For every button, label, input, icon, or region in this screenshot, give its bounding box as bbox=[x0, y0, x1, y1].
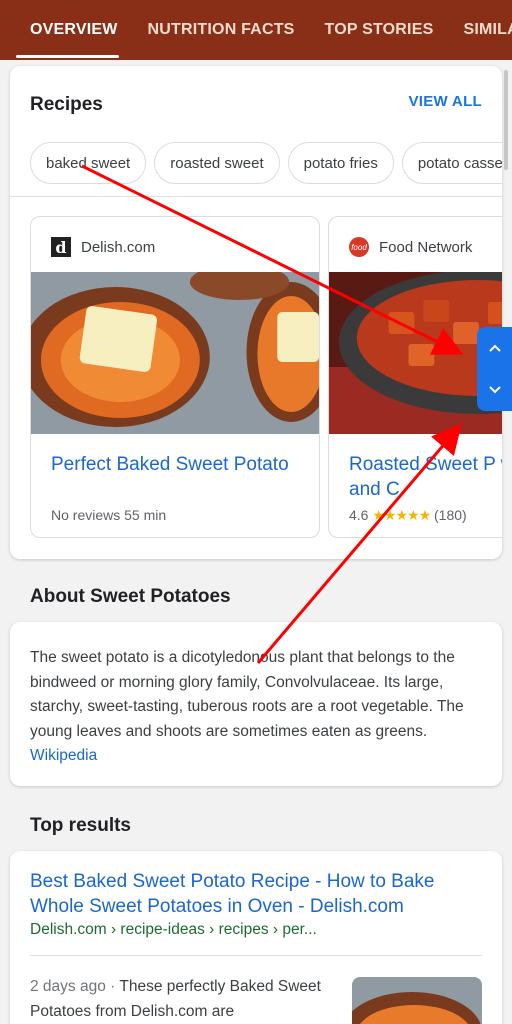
recipe-chips: baked sweet roasted sweet potato fries p… bbox=[30, 142, 502, 184]
about-text: The sweet potato is a dicotyledonous pla… bbox=[30, 649, 464, 740]
food-network-logo-icon: food bbox=[349, 237, 369, 257]
result-url[interactable]: Delish.com › recipe-ideas › recipes › pe… bbox=[30, 921, 317, 939]
chip-roasted-sweet[interactable]: roasted sweet bbox=[154, 142, 280, 184]
recipe-title[interactable]: Perfect Baked Sweet Potato bbox=[51, 452, 301, 477]
about-card: The sweet potato is a dicotyledonous pla… bbox=[10, 622, 502, 786]
tab-nutrition-facts[interactable]: NUTRITION FACTS bbox=[133, 0, 310, 60]
top-results-title: Top results bbox=[30, 815, 131, 836]
recipe-card-delish[interactable]: d Delish.com Perfect Baked Sweet Potato … bbox=[30, 216, 320, 538]
result-link[interactable]: Best Baked Sweet Potato Recipe - How to … bbox=[30, 869, 480, 919]
page-scrollbar[interactable] bbox=[504, 70, 508, 170]
delish-logo-icon: d bbox=[51, 237, 71, 257]
recipe-source: food Food Network bbox=[349, 237, 472, 257]
recipe-source: d Delish.com bbox=[51, 237, 155, 257]
divider bbox=[30, 955, 482, 956]
chip-potato-fries[interactable]: potato fries bbox=[287, 142, 394, 184]
recipe-title[interactable]: Roasted Sweet P with Honey and C bbox=[349, 452, 502, 502]
tab-similar[interactable]: SIMILAR bbox=[448, 0, 512, 60]
recipe-meta: No reviews 55 min bbox=[51, 507, 167, 523]
recipes-card: Recipes VIEW ALL baked sweet roasted swe… bbox=[10, 66, 502, 559]
recipe-card-food-network[interactable]: food Food Network Roasted Sweet P with H… bbox=[328, 216, 502, 538]
recipe-source-label: Food Network bbox=[379, 238, 473, 256]
result-snippet: 2 days ago · These perfectly Baked Sweet… bbox=[30, 975, 330, 1024]
top-result-card: Best Baked Sweet Potato Recipe - How to … bbox=[10, 851, 502, 1024]
review-count: (180) bbox=[434, 507, 467, 523]
baked-sweet-potato-image bbox=[31, 272, 319, 434]
tab-bar: OVERVIEW NUTRITION FACTS TOP STORIES SIM… bbox=[0, 0, 512, 60]
about-description: The sweet potato is a dicotyledonous pla… bbox=[30, 646, 482, 769]
tab-overview[interactable]: OVERVIEW bbox=[0, 0, 133, 60]
wikipedia-link[interactable]: Wikipedia bbox=[30, 747, 97, 764]
chevron-up-icon[interactable] bbox=[483, 336, 507, 360]
chevron-down-icon[interactable] bbox=[483, 378, 507, 402]
result-thumbnail-image[interactable] bbox=[352, 977, 482, 1024]
recipe-source-label: Delish.com bbox=[81, 238, 156, 256]
star-rating-icon: ★★★★★ bbox=[372, 507, 431, 523]
carousel-scroll-control bbox=[477, 327, 512, 411]
separator: · bbox=[110, 978, 120, 995]
recipes-title: Recipes bbox=[30, 94, 103, 115]
chip-potato-casserole[interactable]: potato casser bbox=[401, 142, 502, 184]
view-all-link[interactable]: VIEW ALL bbox=[408, 93, 482, 110]
tab-top-stories[interactable]: TOP STORIES bbox=[310, 0, 449, 60]
result-date: 2 days ago bbox=[30, 978, 106, 995]
recipe-meta: 4.6 ★★★★★ (180) bbox=[349, 507, 467, 524]
rating-value: 4.6 bbox=[349, 507, 369, 523]
divider bbox=[10, 196, 502, 197]
about-title: About Sweet Potatoes bbox=[30, 586, 231, 607]
chip-baked-sweet[interactable]: baked sweet bbox=[30, 142, 147, 184]
